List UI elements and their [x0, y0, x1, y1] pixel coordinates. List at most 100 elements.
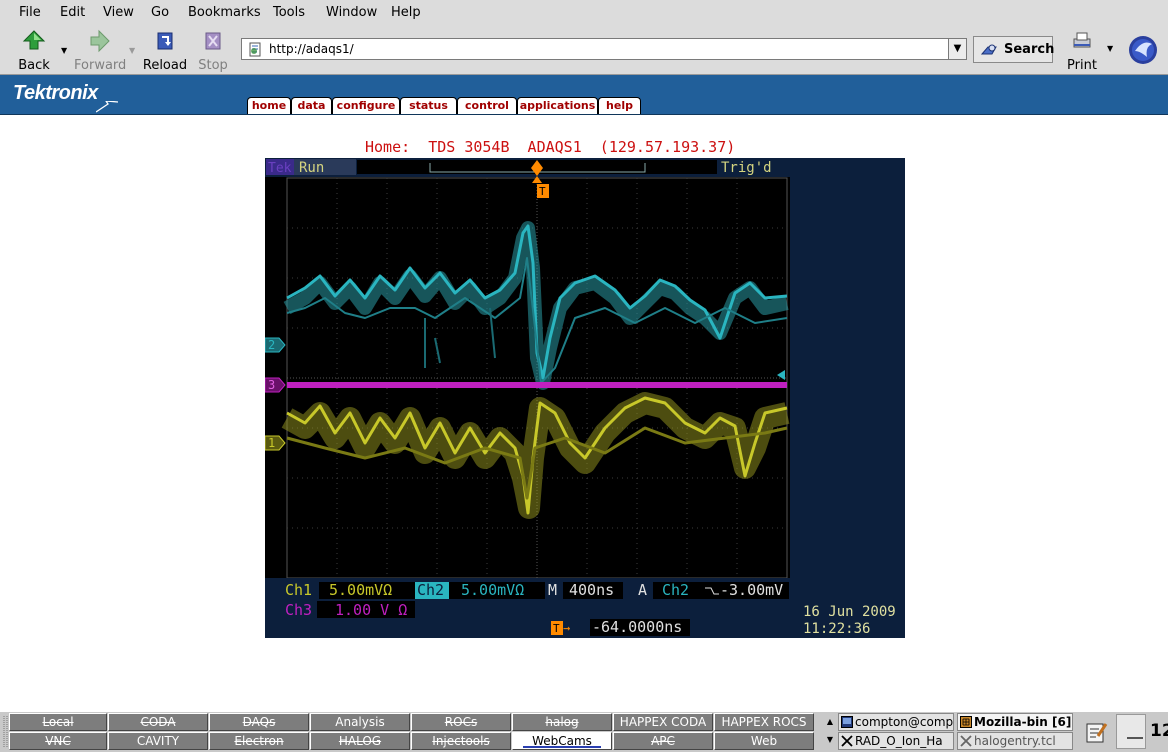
ch3-label: Ch3 [285, 601, 312, 619]
trigger-offset: -64.0000ns [592, 618, 682, 636]
menu-file[interactable]: File [19, 5, 41, 20]
menu-tools[interactable]: Tools [273, 5, 305, 20]
tab-configure[interactable]: configure [332, 97, 400, 114]
trigger-offset-letter: T [553, 622, 560, 635]
svg-text:3: 3 [268, 378, 275, 392]
logo-swoosh-icon [96, 101, 118, 113]
launcher-apc[interactable]: APC [613, 732, 713, 750]
ch2-scale: 5.00mVΩ [461, 581, 524, 599]
ch3-scale: 1.00 V Ω [335, 601, 407, 619]
forward-label: Forward [74, 58, 127, 73]
taskbar-scroll-arrows[interactable]: ▲ ▼ [825, 713, 835, 750]
trigger-offset-arrow: → [563, 621, 570, 635]
x-window-icon-2 [960, 735, 972, 747]
ch1-marker: 1 [265, 435, 286, 451]
timebase-scale: 400ns [569, 581, 614, 599]
menu-view[interactable]: View [103, 5, 134, 20]
window-halogentry[interactable]: halogentry.tcl [957, 732, 1073, 750]
stop-button[interactable]: Stop [196, 29, 230, 73]
panel-clock: 12 [1150, 721, 1168, 741]
launcher-halog[interactable]: halog [512, 713, 612, 731]
url-text[interactable]: http://adaqs1/ [269, 42, 354, 56]
oscilloscope-screen: Tek Run Trig'd 2 3 1 T Ch1 5.00mVΩ Ch2 5… [265, 158, 905, 638]
window-compton-terminal[interactable]: compton@comp [838, 713, 954, 731]
launcher-injectools[interactable]: Injectools [411, 732, 511, 750]
trigger-channel: Ch2 [662, 581, 689, 599]
ch3-marker: 3 [265, 377, 286, 393]
menu-bar: File Edit View Go Bookmarks Tools Window… [0, 0, 1168, 28]
stop-icon [205, 32, 221, 50]
launcher-analysis[interactable]: Analysis [310, 713, 410, 731]
navigation-toolbar: Back ▼ Forward ▼ Reload Stop http://adaq… [0, 27, 1168, 75]
print-button[interactable]: Print [1066, 29, 1098, 73]
url-bar[interactable]: http://adaqs1/ ▼ [241, 38, 967, 60]
tektronix-header: Tektronix home data configure status con… [0, 75, 1168, 115]
menu-bookmarks[interactable]: Bookmarks [188, 5, 261, 20]
reload-button[interactable]: Reload [142, 29, 188, 73]
tab-help[interactable]: help [598, 97, 641, 114]
trigger-level: -3.00mV [720, 581, 783, 599]
scope-time: 11:22:36 [803, 621, 870, 637]
window-mozilla[interactable]: Mozilla-bin [6] [957, 713, 1073, 731]
launcher-coda[interactable]: CODA [108, 713, 208, 731]
launcher-halog-2[interactable]: HALOG [310, 732, 410, 750]
svg-text:1: 1 [268, 436, 275, 450]
launcher-daqs[interactable]: DAQs [209, 713, 309, 731]
launcher-cavity[interactable]: CAVITY [108, 732, 208, 750]
launcher-vnc[interactable]: VNC [9, 732, 107, 750]
scope-date: 16 Jun 2009 [803, 604, 896, 620]
launcher-web[interactable]: Web [714, 732, 814, 750]
tab-status[interactable]: status [400, 97, 457, 114]
stop-label: Stop [198, 58, 228, 73]
mozilla-window-icon [960, 716, 972, 728]
back-button[interactable]: Back [14, 29, 54, 73]
launcher-local[interactable]: Local [9, 713, 107, 731]
search-icon [980, 44, 997, 55]
ch2-marker: 2 [265, 337, 286, 353]
reload-icon [157, 32, 173, 50]
back-dropdown-icon[interactable]: ▼ [61, 46, 67, 55]
launcher-rocs[interactable]: ROCs [411, 713, 511, 731]
tek-label: Tek [268, 161, 292, 176]
tab-data[interactable]: data [291, 97, 332, 114]
tektronix-logo: Tektronix [13, 82, 98, 104]
forward-button[interactable]: Forward [74, 29, 127, 73]
menu-edit[interactable]: Edit [60, 5, 85, 20]
launcher-happex-rocs[interactable]: HAPPEX ROCS [714, 713, 814, 731]
trigger-state: Trig'd [721, 160, 772, 176]
tab-home[interactable]: home [247, 97, 291, 114]
tab-control[interactable]: control [457, 97, 517, 114]
pager-indicator [1127, 737, 1143, 739]
timebase-label: M [548, 581, 557, 599]
scope-side-panel [790, 158, 905, 586]
desktop-taskbar: Local CODA DAQs Analysis ROCs halog HAPP… [0, 711, 1168, 752]
tab-applications[interactable]: applications [517, 97, 598, 114]
svg-text:T: T [539, 185, 546, 198]
print-icon [1073, 32, 1091, 48]
svg-text:2: 2 [268, 338, 275, 352]
launcher-webcams[interactable]: WebCams [512, 732, 612, 750]
forward-arrow-icon [90, 29, 110, 53]
ch1-scale: 5.00mVΩ [329, 581, 392, 599]
launcher-happex-coda[interactable]: HAPPEX CODA [613, 713, 713, 731]
menu-window[interactable]: Window [326, 5, 377, 20]
search-button[interactable]: Search [973, 36, 1055, 63]
print-dropdown-icon[interactable]: ▼ [1107, 44, 1113, 53]
ch1-label: Ch1 [285, 581, 312, 599]
mozilla-throbber-icon[interactable] [1128, 35, 1158, 65]
page-icon [249, 42, 261, 57]
print-label: Print [1067, 58, 1097, 73]
url-dropdown-icon[interactable]: ▼ [948, 39, 966, 59]
ch3-waveform [287, 382, 787, 388]
launcher-electron[interactable]: Electron [209, 732, 309, 750]
terminal-icon [841, 716, 853, 728]
page-title: Home: TDS 3054B ADAQS1 (129.57.193.37) [365, 138, 736, 156]
menu-go[interactable]: Go [151, 5, 169, 20]
forward-dropdown-icon[interactable]: ▼ [129, 46, 135, 55]
search-label: Search [1004, 42, 1055, 57]
reload-label: Reload [142, 58, 188, 73]
menu-help[interactable]: Help [391, 5, 421, 20]
notes-applet-icon[interactable] [1084, 720, 1108, 744]
window-rad-ion[interactable]: RAD_O_Ion_Ha [838, 732, 954, 750]
workspace-pager[interactable] [1116, 714, 1146, 749]
